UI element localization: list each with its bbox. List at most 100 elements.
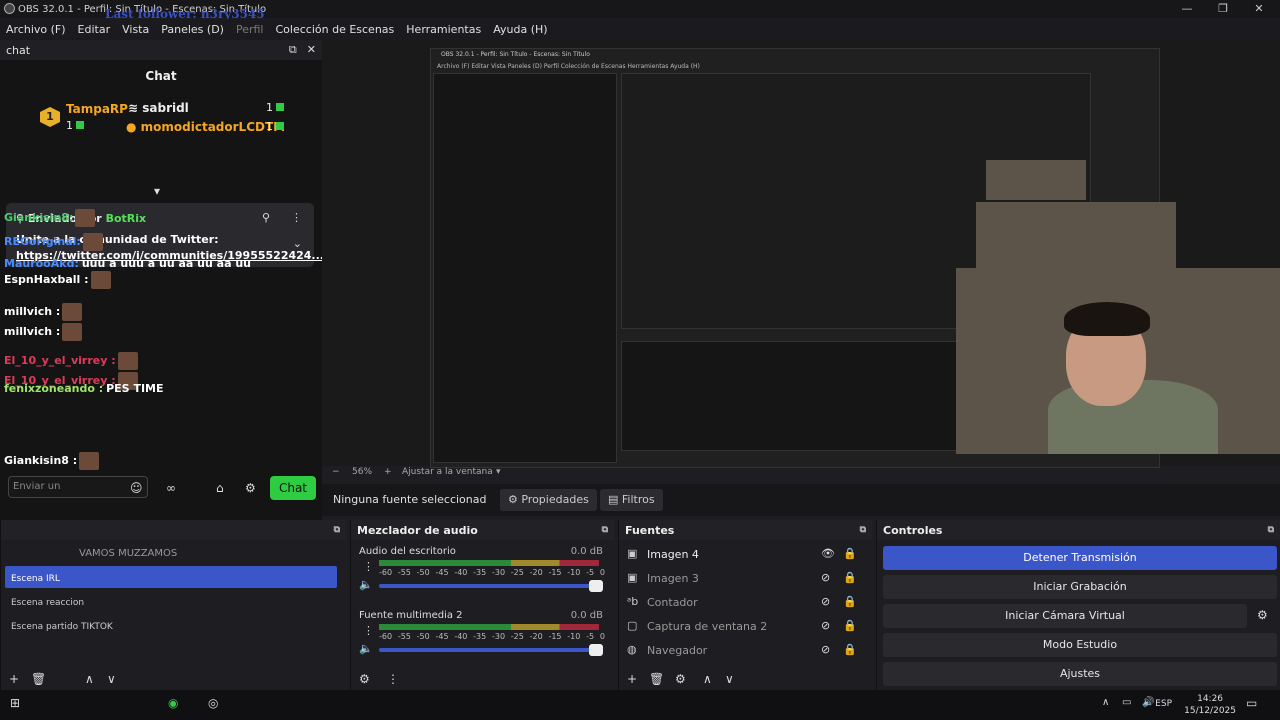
eye-hidden-icon[interactable]: ⊘ bbox=[821, 595, 830, 608]
volume-slider[interactable] bbox=[379, 580, 603, 592]
undock-icon[interactable]: ⧉ bbox=[334, 525, 346, 535]
virtualcam-settings-icon[interactable]: ⚙ bbox=[1257, 608, 1268, 622]
chat-username[interactable]: millvich : bbox=[4, 305, 60, 318]
menu-vista[interactable]: Vista bbox=[122, 23, 149, 36]
filters-button[interactable]: ▤ Filtros bbox=[600, 489, 663, 511]
menu-coleccion-escenas[interactable]: Colección de Escenas bbox=[276, 23, 395, 36]
speaker-icon[interactable]: 🔈 bbox=[359, 642, 373, 655]
clock[interactable]: 14:26 15/12/2025 bbox=[1184, 693, 1236, 717]
chevron-down-icon[interactable]: ∨ bbox=[725, 672, 734, 686]
chevron-up-icon[interactable]: ∧ bbox=[703, 672, 712, 686]
chat-username[interactable]: EspnHaxball : bbox=[4, 273, 89, 286]
chat-send-button[interactable]: Chat bbox=[270, 476, 316, 500]
undock-icon[interactable]: ⧉ bbox=[602, 525, 614, 535]
emoji-icon[interactable]: ☺ bbox=[130, 481, 143, 495]
zoom-in-icon[interactable]: + bbox=[384, 467, 392, 477]
chevron-up-icon[interactable]: ∧ bbox=[85, 672, 94, 686]
expand-leaderboard-icon[interactable]: ▾ bbox=[154, 184, 160, 198]
scene-item[interactable]: Escena partido TIKTOK bbox=[11, 622, 113, 632]
maximize-button[interactable]: ❐ bbox=[1206, 0, 1240, 18]
volume-icon[interactable]: 🔊 bbox=[1142, 697, 1154, 708]
close-button[interactable]: ✕ bbox=[1242, 0, 1276, 18]
whatsapp-icon[interactable]: ◉ bbox=[168, 696, 178, 710]
chat-username[interactable]: El_10_y_el_virrey : bbox=[4, 354, 116, 367]
lock-icon[interactable]: 🔒 bbox=[843, 619, 857, 632]
zoom-out-icon[interactable]: − bbox=[332, 467, 340, 477]
start-virtualcam-button[interactable]: Iniciar Cámara Virtual bbox=[883, 604, 1247, 628]
language-indicator[interactable]: ESP bbox=[1155, 699, 1172, 709]
eye-hidden-icon[interactable]: ⊘ bbox=[821, 643, 830, 656]
scene-item[interactable]: Escena reaccion bbox=[11, 598, 84, 608]
chat-line: Giankisin8: bbox=[4, 209, 96, 227]
source-item[interactable]: ▢ Captura de ventana 2 ⊘ 🔒 bbox=[625, 616, 865, 638]
chevron-down-icon[interactable]: ⌄ bbox=[293, 237, 302, 250]
network-icon[interactable]: ▭ bbox=[1122, 697, 1131, 708]
scene-item[interactable]: Escena IRL bbox=[11, 574, 60, 584]
more-icon[interactable]: ⋮ bbox=[291, 211, 302, 224]
properties-button[interactable]: ⚙ Propiedades bbox=[500, 489, 597, 511]
obs-taskbar-icon[interactable]: ◎ bbox=[208, 696, 218, 710]
source-item[interactable]: ◍ Navegador ⊘ 🔒 bbox=[625, 640, 865, 662]
chevron-down-icon[interactable]: ∨ bbox=[107, 672, 116, 686]
lock-icon[interactable]: 🔒 bbox=[843, 643, 857, 656]
notification-icon[interactable]: ▭ bbox=[1246, 696, 1257, 710]
chat-username[interactable]: MaurooAkd: bbox=[4, 257, 79, 270]
volume-slider[interactable] bbox=[379, 644, 603, 656]
pin-icon[interactable]: ⚲ bbox=[262, 211, 270, 224]
lock-icon[interactable]: 🔒 bbox=[843, 547, 857, 560]
more-icon[interactable]: ⋮ bbox=[387, 672, 399, 686]
speaker-icon[interactable]: 🔈 bbox=[359, 578, 373, 591]
chevron-down-icon[interactable]: ▾ bbox=[496, 467, 501, 477]
chat-username[interactable]: REGoriginal: bbox=[4, 235, 81, 248]
start-icon[interactable]: ⊞ bbox=[10, 696, 20, 710]
menu-herramientas[interactable]: Herramientas bbox=[406, 23, 481, 36]
menu-archivo[interactable]: Archivo (F) bbox=[6, 23, 66, 36]
chat-username[interactable]: Giankisin8 : bbox=[4, 454, 77, 467]
eye-icon[interactable]: 👁 bbox=[821, 547, 835, 560]
controls-dock: Controles ⧉ Detener Transmisión Iniciar G… bbox=[876, 520, 1280, 690]
chevron-up-icon[interactable]: ∧ bbox=[1102, 697, 1109, 708]
eye-hidden-icon[interactable]: ⊘ bbox=[821, 619, 830, 632]
fit-window[interactable]: Ajustar a la ventana bbox=[402, 467, 493, 477]
add-scene-icon[interactable]: + bbox=[9, 672, 19, 686]
menu-ayuda[interactable]: Ayuda (H) bbox=[493, 23, 547, 36]
store-icon[interactable]: ⌂ bbox=[216, 481, 224, 495]
lock-icon[interactable]: 🔒 bbox=[843, 595, 857, 608]
lock-icon[interactable]: 🔒 bbox=[843, 571, 857, 584]
chat-username[interactable]: fenixzoneando : bbox=[4, 382, 103, 395]
menu-paneles[interactable]: Paneles (D) bbox=[161, 23, 224, 36]
undock-icon[interactable]: ⧉ bbox=[860, 525, 872, 535]
close-icon[interactable]: ✕ bbox=[307, 43, 316, 57]
window-icon: ▢ bbox=[627, 619, 638, 632]
emote-icon bbox=[75, 209, 96, 227]
chat-username[interactable]: millvich : bbox=[4, 325, 60, 338]
add-source-icon[interactable]: + bbox=[627, 672, 637, 686]
slider-knob[interactable] bbox=[589, 644, 603, 656]
trash-icon[interactable]: 🗑 bbox=[649, 672, 664, 686]
slider-knob[interactable] bbox=[589, 580, 603, 592]
undock-icon[interactable]: ⧉ bbox=[1268, 525, 1280, 535]
channel-menu-icon[interactable]: ⋮ bbox=[363, 624, 374, 637]
taskbar: ⊞ ◉ ◎ ∧ ▭ 🔊 ESP 14:26 15/12/2025 ▭ bbox=[0, 690, 1280, 720]
menu-perfil[interactable]: Perfil bbox=[236, 23, 264, 36]
chat-input[interactable]: Enviar un bbox=[8, 476, 148, 498]
source-item[interactable]: ▣ Imagen 3 ⊘ 🔒 bbox=[625, 568, 865, 590]
source-item[interactable]: ᵃb Contador ⊘ 🔒 bbox=[625, 592, 865, 614]
stop-stream-button[interactable]: Detener Transmisión bbox=[883, 546, 1277, 570]
channel-menu-icon[interactable]: ⋮ bbox=[363, 560, 374, 573]
minimize-button[interactable]: — bbox=[1170, 0, 1204, 18]
chat-username[interactable]: Giankisin8: bbox=[4, 211, 73, 224]
settings-button[interactable]: Ajustes bbox=[883, 662, 1277, 686]
menu-editar[interactable]: Editar bbox=[78, 23, 111, 36]
trash-icon[interactable]: 🗑 bbox=[31, 672, 46, 686]
eye-hidden-icon[interactable]: ⊘ bbox=[821, 571, 830, 584]
gear-icon[interactable]: ⚙ bbox=[675, 672, 686, 686]
gear-icon[interactable]: ⚙ bbox=[245, 481, 256, 495]
settings-icon[interactable]: ∞ bbox=[166, 481, 176, 495]
undock-icon[interactable]: ⧉ bbox=[289, 43, 297, 57]
start-recording-button[interactable]: Iniciar Grabación bbox=[883, 575, 1277, 599]
source-item[interactable]: ▣ Imagen 4 👁 🔒 bbox=[625, 544, 865, 566]
preview-canvas[interactable]: OBS 32.0.1 - Perfil: Sin Título - Escena… bbox=[322, 40, 1280, 468]
studio-mode-button[interactable]: Modo Estudio bbox=[883, 633, 1277, 657]
mixer-settings-icon[interactable]: ⚙ bbox=[359, 672, 370, 686]
